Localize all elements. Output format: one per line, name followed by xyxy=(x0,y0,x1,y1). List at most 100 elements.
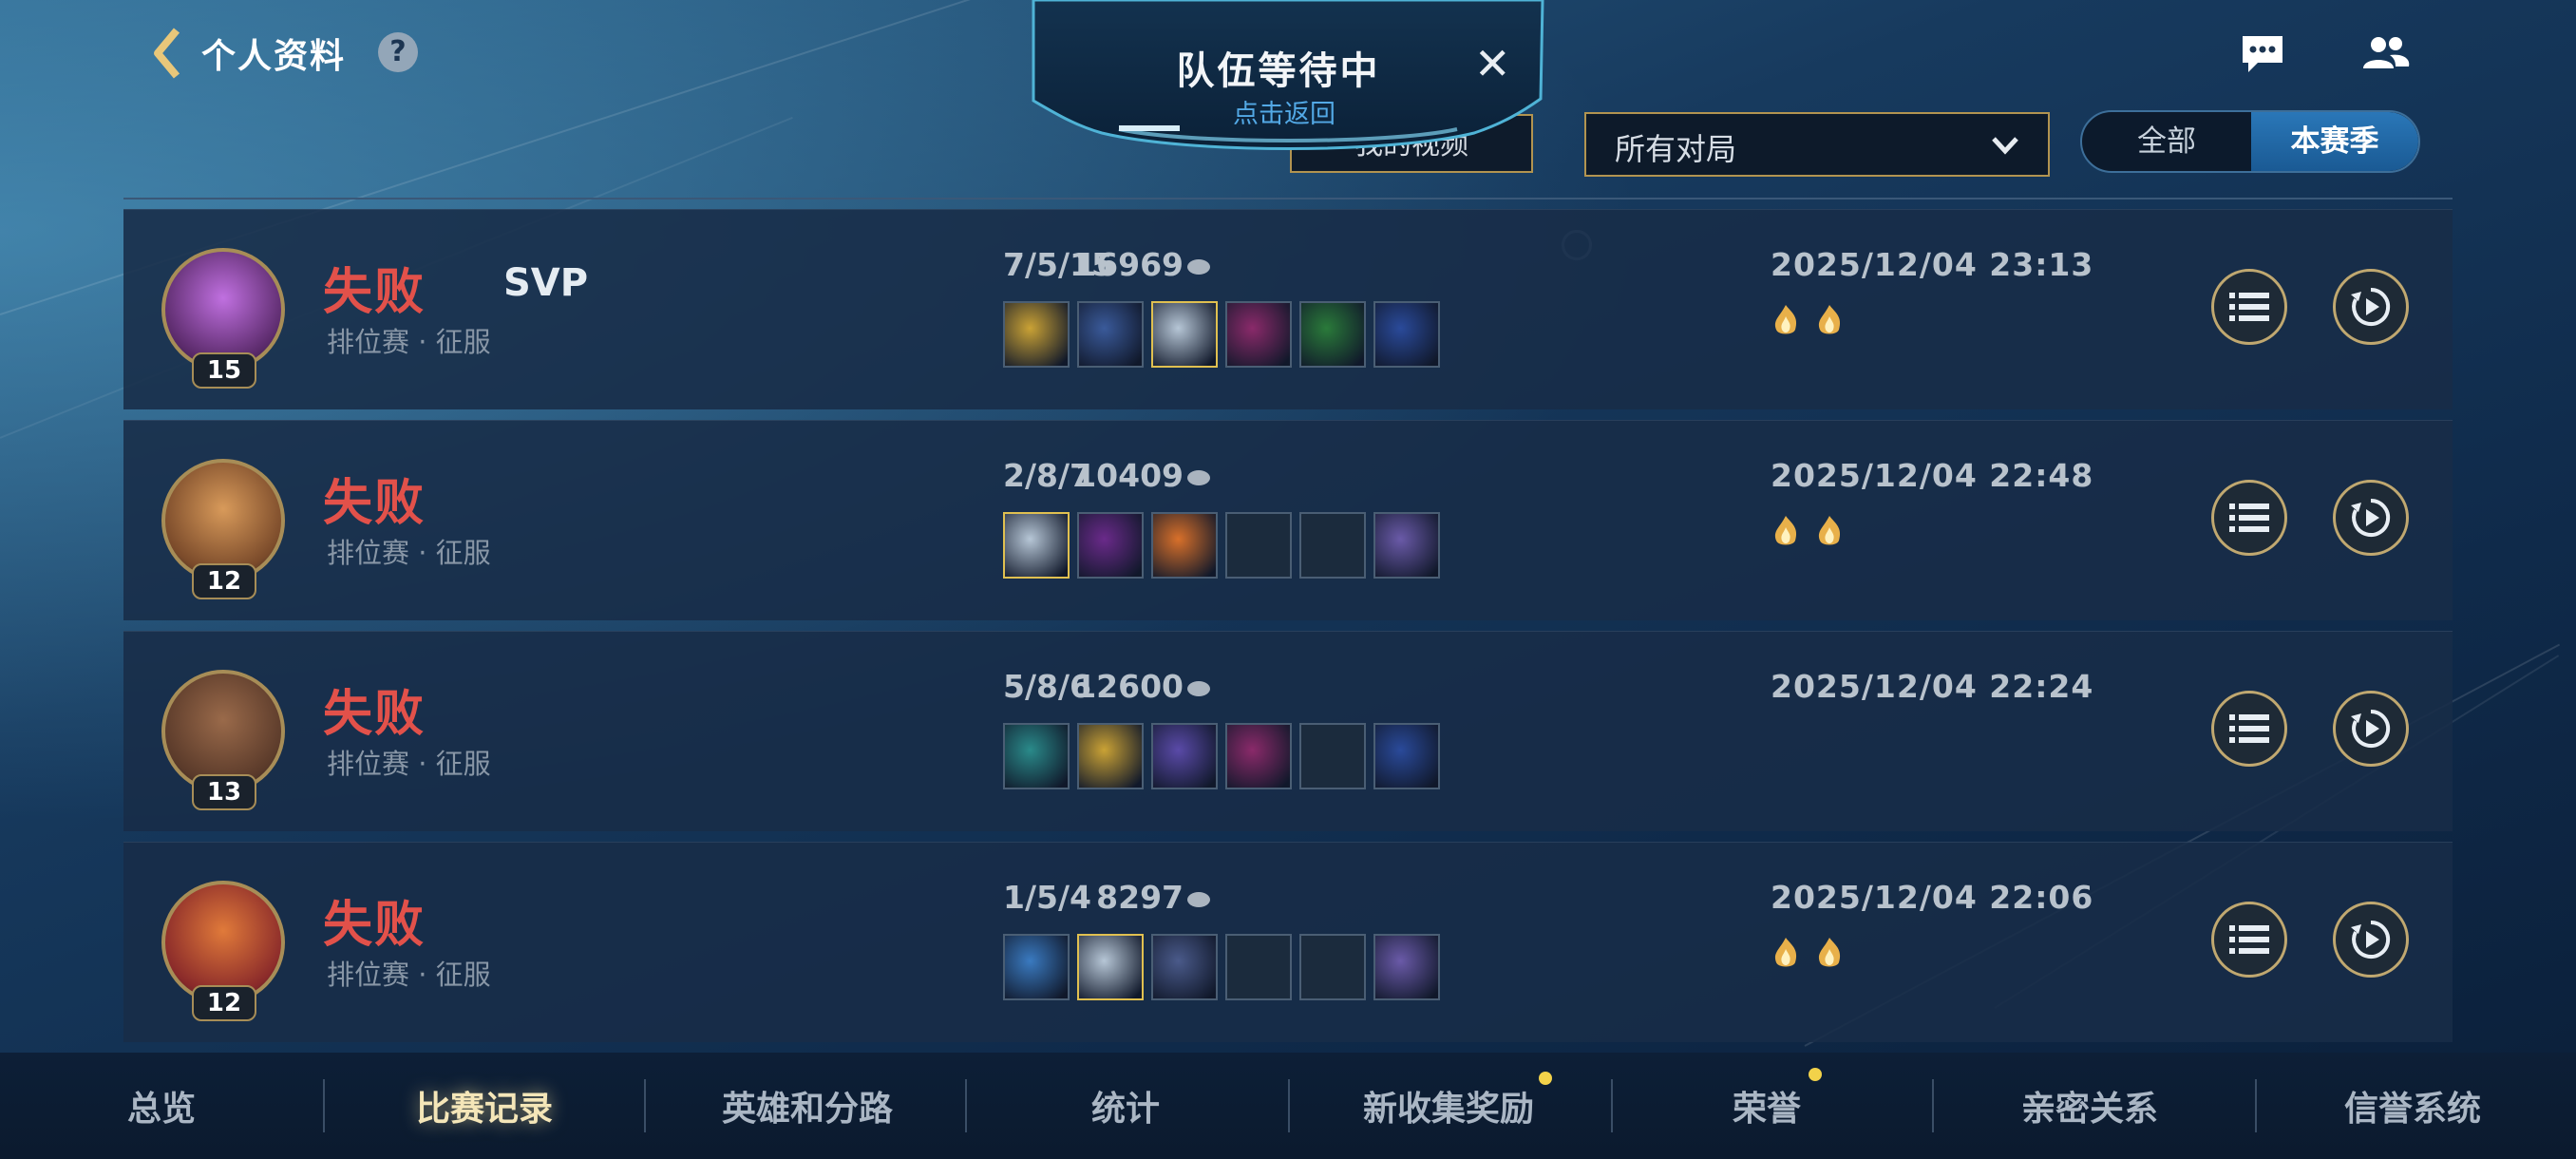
match-result: 失败 xyxy=(323,475,426,532)
gold-coin-icon xyxy=(1187,680,1210,696)
gold-coin-icon xyxy=(1187,891,1210,907)
queue-return-link[interactable]: 点击返回 xyxy=(1028,93,1548,130)
match-row[interactable]: 15 失败 SVP 排位赛 · 征服 7/5/15 16969 2025/12/… xyxy=(123,209,2453,409)
match-details-button[interactable] xyxy=(2211,269,2287,345)
nav-relationships[interactable]: 亲密关系 xyxy=(1985,1081,2194,1130)
champion-level: 13 xyxy=(192,774,256,810)
replay-button[interactable] xyxy=(2333,480,2409,556)
match-mode: 排位赛 · 征服 xyxy=(327,537,491,569)
close-icon[interactable]: ✕ xyxy=(1474,42,1511,86)
item-slot[interactable] xyxy=(1003,301,1070,368)
gold-coin-icon xyxy=(1187,258,1210,275)
flame-badge-icon xyxy=(1818,938,1841,967)
item-bar xyxy=(1003,301,1440,368)
nav-separator xyxy=(965,1079,967,1132)
match-row[interactable]: 12 失败 排位赛 · 征服 2/8/7 10409 2025/12/04 22… xyxy=(123,420,2453,620)
nav-overview[interactable]: 总览 xyxy=(95,1081,228,1130)
gold-total-wrap: 16969 xyxy=(1001,246,1210,283)
replay-icon xyxy=(2351,920,2391,959)
champion-level: 12 xyxy=(192,985,256,1021)
list-icon xyxy=(2229,714,2269,743)
match-result: 失败 xyxy=(323,897,426,954)
item-slot[interactable] xyxy=(1077,934,1144,1000)
empty-item-slot[interactable] xyxy=(1225,934,1292,1000)
notification-dot xyxy=(1539,1072,1552,1085)
match-mode: 排位赛 · 征服 xyxy=(327,748,491,780)
item-slot[interactable] xyxy=(1077,512,1144,579)
match-details-button[interactable] xyxy=(2211,691,2287,767)
gold-total-wrap: 12600 xyxy=(1001,668,1210,705)
item-slot[interactable] xyxy=(1373,934,1440,1000)
item-slot[interactable] xyxy=(1373,723,1440,789)
match-date: 2025/12/04 23:13 xyxy=(1771,246,2094,283)
champion-level: 12 xyxy=(192,563,256,599)
item-slot[interactable] xyxy=(1225,301,1292,368)
item-slot[interactable] xyxy=(1225,723,1292,789)
nav-match-history[interactable]: 比赛记录 xyxy=(380,1081,589,1130)
list-icon xyxy=(2229,925,2269,954)
match-mode: 排位赛 · 征服 xyxy=(327,326,491,358)
match-details-button[interactable] xyxy=(2211,902,2287,978)
match-type-select[interactable]: 所有对局 xyxy=(1584,112,2050,177)
item-slot[interactable] xyxy=(1151,512,1218,579)
queue-status-panel[interactable]: 队伍等待中 点击返回 ✕ xyxy=(1028,0,1548,152)
badges xyxy=(1767,934,1848,972)
match-row[interactable]: 13 失败 排位赛 · 征服 5/8/6 12600 2025/12/04 22… xyxy=(123,631,2453,831)
tab-this-season[interactable]: 本赛季 xyxy=(2251,112,2418,171)
replay-icon xyxy=(2351,287,2391,326)
nav-honor[interactable]: 荣誉 xyxy=(1700,1081,1833,1130)
item-slot[interactable] xyxy=(1373,301,1440,368)
replay-button[interactable] xyxy=(2333,902,2409,978)
replay-button[interactable] xyxy=(2333,691,2409,767)
item-slot[interactable] xyxy=(1299,301,1366,368)
match-date: 2025/12/04 22:24 xyxy=(1771,668,2094,705)
item-slot[interactable] xyxy=(1003,934,1070,1000)
gold-total: 8297 xyxy=(1096,879,1184,916)
item-bar xyxy=(1003,934,1440,1000)
bottom-nav: 总览 比赛记录 英雄和分路 统计 新收集奖励 荣誉 亲密关系 信誉系统 xyxy=(0,1053,2576,1159)
svp-label: SVP xyxy=(503,261,589,305)
help-icon[interactable]: ? xyxy=(378,32,418,72)
nav-stats[interactable]: 统计 xyxy=(1054,1081,1197,1130)
flame-badge-icon xyxy=(1818,516,1841,545)
empty-item-slot[interactable] xyxy=(1225,512,1292,579)
chevron-left-icon xyxy=(154,28,180,79)
nav-credit-system[interactable]: 信誉系统 xyxy=(2308,1081,2517,1130)
replay-button[interactable] xyxy=(2333,269,2409,345)
match-date: 2025/12/04 22:06 xyxy=(1771,879,2094,916)
empty-item-slot[interactable] xyxy=(1299,512,1366,579)
match-mode: 排位赛 · 征服 xyxy=(327,959,491,991)
item-slot[interactable] xyxy=(1003,512,1070,579)
chevron-down-icon xyxy=(1992,137,2018,155)
achievement-badge-icon xyxy=(1774,938,1797,967)
item-slot[interactable] xyxy=(1373,512,1440,579)
tab-all[interactable]: 全部 xyxy=(2082,112,2251,171)
gold-total-wrap: 8297 xyxy=(1001,879,1210,916)
season-toggle[interactable]: 全部 本赛季 xyxy=(2080,110,2420,173)
match-details-button[interactable] xyxy=(2211,480,2287,556)
item-slot[interactable] xyxy=(1151,723,1218,789)
replay-icon xyxy=(2351,709,2391,748)
item-slot[interactable] xyxy=(1003,723,1070,789)
gold-total-wrap: 10409 xyxy=(1001,457,1210,494)
match-row[interactable]: 12 失败 排位赛 · 征服 1/5/4 8297 2025/12/04 22:… xyxy=(123,842,2453,1042)
champion-level: 15 xyxy=(192,352,256,389)
list-icon xyxy=(2229,293,2269,321)
chat-icon[interactable] xyxy=(2234,27,2291,80)
back-button[interactable] xyxy=(152,27,186,80)
item-slot[interactable] xyxy=(1151,301,1218,368)
queue-title: 队伍等待中 xyxy=(1176,49,1381,93)
nav-champions-roles[interactable]: 英雄和分路 xyxy=(693,1081,921,1130)
item-bar xyxy=(1003,512,1440,579)
item-slot[interactable] xyxy=(1077,301,1144,368)
item-slot[interactable] xyxy=(1151,934,1218,1000)
nav-new-collection-rewards[interactable]: 新收集奖励 xyxy=(1339,1081,1558,1130)
match-date: 2025/12/04 22:48 xyxy=(1771,457,2094,494)
empty-item-slot[interactable] xyxy=(1299,934,1366,1000)
flame-badge-icon xyxy=(1818,305,1841,334)
friends-icon[interactable] xyxy=(2358,27,2415,80)
nav-separator xyxy=(1288,1079,1290,1132)
gold-total: 16969 xyxy=(1074,246,1184,283)
empty-item-slot[interactable] xyxy=(1299,723,1366,789)
item-slot[interactable] xyxy=(1077,723,1144,789)
